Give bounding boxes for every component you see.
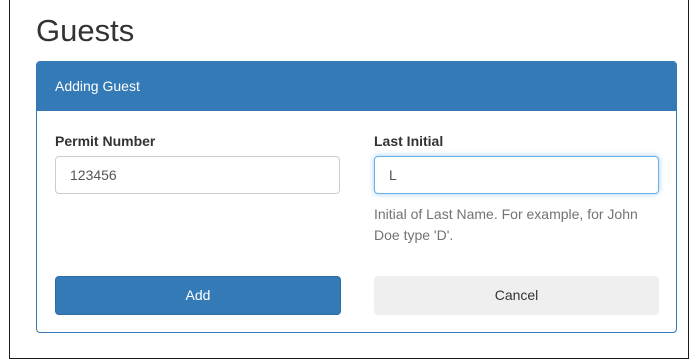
last-initial-label: Last Initial — [374, 133, 444, 149]
permit-number-label: Permit Number — [55, 133, 156, 149]
adding-guest-panel: Adding Guest Permit Number Last Initial … — [36, 61, 677, 333]
add-button[interactable]: Add — [55, 276, 341, 315]
permit-number-input[interactable] — [55, 156, 340, 194]
panel-heading: Adding Guest — [37, 62, 676, 111]
page-title: Guests — [36, 13, 135, 48]
last-initial-input[interactable] — [374, 156, 659, 194]
last-initial-help-text: Initial of Last Name. For example, for J… — [374, 206, 638, 243]
cancel-button[interactable]: Cancel — [374, 276, 659, 315]
